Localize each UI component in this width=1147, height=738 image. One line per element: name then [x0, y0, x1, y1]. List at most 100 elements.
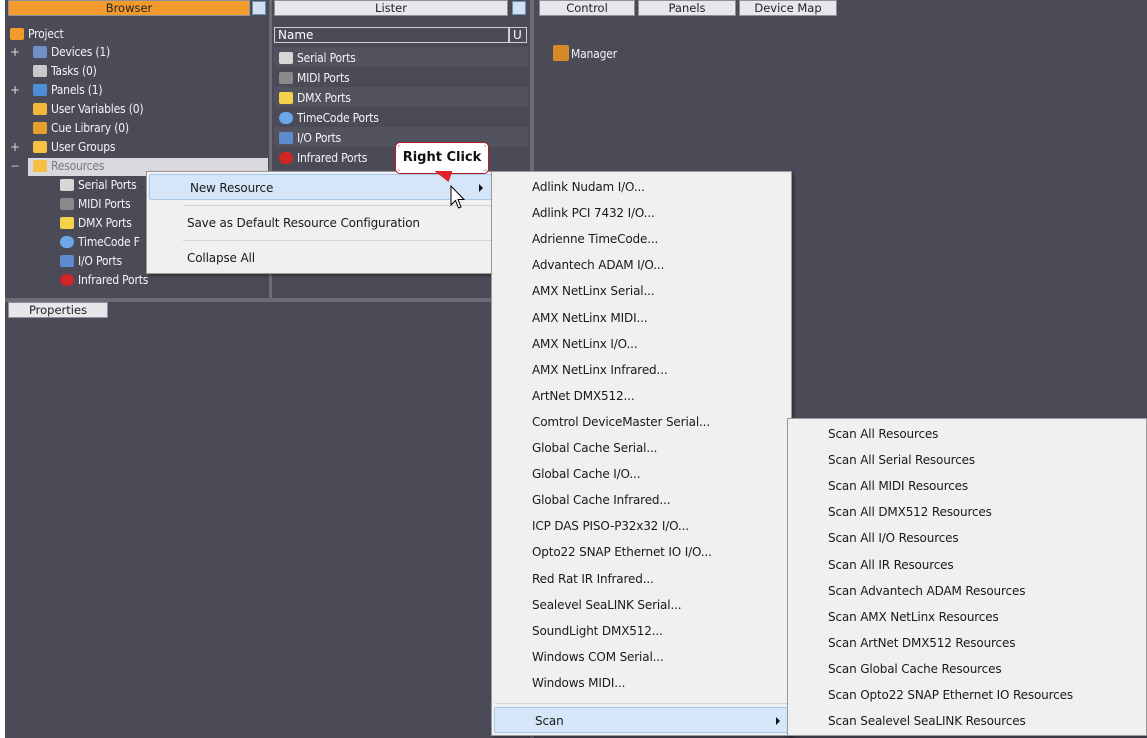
menu-item-new-resource-type[interactable]: Opto22 SNAP Ethernet IO I/O...	[492, 539, 791, 565]
serial-port-icon	[279, 52, 293, 64]
lister-item-dmx-ports[interactable]: DMX Ports	[279, 89, 351, 107]
midi-port-icon	[60, 198, 74, 210]
menu-item-new-resource-type[interactable]: Sealevel SeaLINK Serial...	[492, 592, 791, 618]
tab-browser[interactable]: Browser	[8, 0, 250, 16]
lister-header-name[interactable]: Name	[274, 27, 509, 43]
menu-item-scan-option[interactable]: Scan All Serial Resources	[788, 447, 1146, 473]
menu-separator	[183, 205, 491, 206]
mouse-cursor-icon	[450, 185, 466, 209]
tree-item-devices[interactable]: Devices (1)	[33, 43, 110, 61]
tree-item-serial-ports[interactable]: Serial Ports	[60, 176, 137, 194]
list-label: I/O Ports	[297, 131, 341, 145]
menu-item-new-resource-type[interactable]: Adrienne TimeCode...	[492, 226, 791, 252]
devices-icon	[33, 46, 47, 58]
menu-item-scan-option[interactable]: Scan Opto22 SNAP Ethernet IO Resources	[788, 682, 1146, 708]
tree-item-user-variables[interactable]: User Variables (0)	[33, 100, 144, 118]
menu-item-new-resource-type[interactable]: AMX NetLinx Infrared...	[492, 357, 791, 383]
scan-submenu: Scan All Resources Scan All Serial Resour…	[787, 418, 1147, 736]
menu-item-scan-option[interactable]: Scan All MIDI Resources	[788, 473, 1146, 499]
browser-options-icon[interactable]	[252, 1, 266, 15]
menu-item-save-default[interactable]: Save as Default Resource Configuration	[147, 210, 494, 236]
manager-label: Manager	[571, 47, 617, 61]
tree-item-timecode-ports[interactable]: TimeCode F	[60, 233, 140, 251]
menu-item-scan[interactable]: Scan	[494, 707, 789, 733]
menu-item-scan-option[interactable]: Scan Global Cache Resources	[788, 656, 1146, 682]
menu-item-new-resource-type[interactable]: Global Cache Serial...	[492, 435, 791, 461]
submenu-arrow-icon	[776, 717, 780, 725]
menu-item-scan-option[interactable]: Scan ArtNet DMX512 Resources	[788, 630, 1146, 656]
tree-label: Tasks (0)	[51, 64, 97, 78]
menu-item-new-resource-type[interactable]: AMX NetLinx I/O...	[492, 331, 791, 357]
menu-item-new-resource-type[interactable]: Windows COM Serial...	[492, 644, 791, 670]
project-icon	[10, 28, 24, 40]
tab-device-map[interactable]: Device Map	[739, 0, 837, 16]
menu-item-new-resource-type[interactable]: Advantech ADAM I/O...	[492, 252, 791, 278]
menu-item-scan-option[interactable]: Scan AMX NetLinx Resources	[788, 604, 1146, 630]
menu-item-scan-option[interactable]: Scan Sealevel SeaLINK Resources	[788, 708, 1146, 734]
tab-lister[interactable]: Lister	[274, 0, 508, 16]
tree-item-io-ports[interactable]: I/O Ports	[60, 252, 122, 270]
menu-item-scan-option[interactable]: Scan All DMX512 Resources	[788, 499, 1146, 525]
lister-header-u[interactable]: U	[509, 27, 527, 43]
menu-item-collapse-all[interactable]: Collapse All	[147, 245, 494, 271]
tree-label: MIDI Ports	[78, 197, 131, 211]
menu-item-scan-option[interactable]: Scan All I/O Resources	[788, 525, 1146, 551]
tree-label: User Groups	[51, 140, 116, 154]
lister-item-io-ports[interactable]: I/O Ports	[279, 129, 341, 147]
menu-item-scan-option[interactable]: Scan All IR Resources	[788, 552, 1146, 578]
expand-panels-icon[interactable]: +	[10, 83, 20, 97]
expand-user-groups-icon[interactable]: +	[10, 140, 20, 154]
menu-item-new-resource-type[interactable]: SoundLight DMX512...	[492, 618, 791, 644]
tab-control[interactable]: Control	[539, 0, 635, 16]
menu-separator	[183, 240, 491, 241]
tab-properties[interactable]: Properties	[8, 302, 108, 318]
menu-item-new-resource-type[interactable]: Global Cache Infrared...	[492, 487, 791, 513]
list-label: Serial Ports	[297, 51, 356, 65]
tree-item-dmx-ports[interactable]: DMX Ports	[60, 214, 132, 232]
menu-item-new-resource-type[interactable]: ArtNet DMX512...	[492, 383, 791, 409]
io-port-icon	[60, 255, 74, 267]
list-label: TimeCode Ports	[297, 111, 379, 125]
tree-label: I/O Ports	[78, 254, 122, 268]
menu-item-label: Save as Default Resource Configuration	[187, 216, 420, 230]
collapse-resources-icon[interactable]: −	[10, 159, 20, 173]
menu-item-new-resource-type[interactable]: Windows MIDI...	[492, 670, 791, 696]
tree-item-panels[interactable]: Panels (1)	[33, 81, 103, 99]
menu-item-new-resource-type[interactable]: Adlink Nudam I/O...	[492, 174, 791, 200]
tree-label: Devices (1)	[51, 45, 111, 59]
menu-item-new-resource-type[interactable]: AMX NetLinx Serial...	[492, 278, 791, 304]
menu-item-new-resource-type[interactable]: AMX NetLinx MIDI...	[492, 305, 791, 331]
tree-item-user-groups[interactable]: User Groups	[33, 138, 116, 156]
tree-item-tasks[interactable]: Tasks (0)	[33, 62, 97, 80]
menu-item-new-resource-type[interactable]: ICP DAS PISO-P32x32 I/O...	[492, 513, 791, 539]
list-label: Infrared Ports	[297, 151, 368, 165]
lister-item-serial-ports[interactable]: Serial Ports	[279, 49, 356, 67]
control-manager[interactable]: Manager	[553, 45, 617, 63]
io-port-icon	[279, 132, 293, 144]
tree-label: Project	[28, 27, 64, 41]
tree-item-midi-ports[interactable]: MIDI Ports	[60, 195, 131, 213]
lister-options-icon[interactable]	[512, 1, 526, 15]
lister-item-infrared-ports[interactable]: Infrared Ports	[279, 149, 367, 167]
menu-item-new-resource-type[interactable]: Adlink PCI 7432 I/O...	[492, 200, 791, 226]
menu-item-new-resource-type[interactable]: Comtrol DeviceMaster Serial...	[492, 409, 791, 435]
cue-library-icon	[33, 122, 47, 134]
lister-item-timecode-ports[interactable]: TimeCode Ports	[279, 109, 379, 127]
tab-panels[interactable]: Panels	[638, 0, 736, 16]
menu-item-new-resource-type[interactable]: Global Cache I/O...	[492, 461, 791, 487]
tree-label: Infrared Ports	[78, 273, 149, 287]
tree-item-project[interactable]: Project	[10, 25, 64, 43]
tree-item-infrared-ports[interactable]: Infrared Ports	[60, 271, 148, 289]
tree-label: Panels (1)	[51, 83, 103, 97]
tree-label: Resources	[51, 159, 105, 173]
tree-label: User Variables (0)	[51, 102, 144, 116]
tree-item-cue-library[interactable]: Cue Library (0)	[33, 119, 129, 137]
expand-devices-icon[interactable]: +	[10, 45, 20, 59]
menu-item-scan-option[interactable]: Scan Advantech ADAM Resources	[788, 578, 1146, 604]
menu-item-new-resource-type[interactable]: Red Rat IR Infrared...	[492, 566, 791, 592]
tree-item-resources[interactable]: Resources	[33, 157, 104, 175]
infrared-icon	[60, 274, 74, 286]
folder-icon	[33, 160, 47, 172]
lister-item-midi-ports[interactable]: MIDI Ports	[279, 69, 350, 87]
menu-item-scan-option[interactable]: Scan All Resources	[788, 421, 1146, 447]
